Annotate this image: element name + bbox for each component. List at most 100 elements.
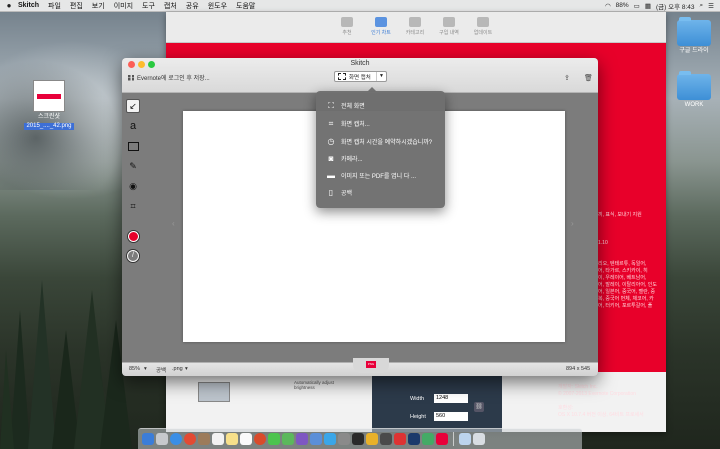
- star-icon: [341, 17, 353, 27]
- folder-icon: ▬: [327, 171, 335, 180]
- fullscreen-icon: ⛶: [328, 100, 334, 110]
- desktop-file-screenshot[interactable]: 스크린샷 2015_...._42.png: [24, 80, 74, 130]
- activity-monitor-icon[interactable]: [380, 433, 392, 445]
- list-icon[interactable]: ☰: [708, 2, 714, 10]
- color-picker-icon[interactable]: [126, 229, 140, 243]
- menu-item-blank[interactable]: ▯ 공백: [326, 186, 352, 199]
- app-description-text: 끼, 표식, 보내기 지원 1.10 리오, 텐테르튜, 독일어, 어, 타가르,…: [598, 212, 657, 309]
- stamp-tool-icon[interactable]: ◉: [126, 179, 140, 193]
- menu-item-capture[interactable]: 캡처: [164, 1, 177, 11]
- laptop-preview: Automatically adjust brightness: [190, 374, 340, 430]
- evernote-login-button[interactable]: Evernote에 로그인 후 저장...: [128, 73, 210, 82]
- wifi-icon[interactable]: ◠: [605, 2, 611, 10]
- file-label-line1: 스크린샷: [37, 114, 61, 120]
- file-name[interactable]: 공백: [156, 366, 166, 374]
- zoom-chevron-icon[interactable]: ▾: [144, 366, 147, 372]
- chrome-icon[interactable]: [184, 433, 196, 445]
- chevron-down-icon[interactable]: ▼: [376, 72, 386, 81]
- calendar-icon[interactable]: [212, 433, 224, 445]
- file-extension[interactable]: .png: [172, 366, 183, 372]
- width-field: 1248: [434, 394, 468, 403]
- prev-arrow-icon[interactable]: ‹: [172, 219, 175, 228]
- desktop-folder-google-drive[interactable]: 구글 드라이: [672, 17, 716, 55]
- menu-item-label: 전체 화면: [341, 104, 365, 110]
- file-thumbnail-icon: [33, 80, 65, 112]
- tab-purchased[interactable]: 구입 내역: [432, 17, 466, 36]
- next-arrow-icon[interactable]: ›: [571, 219, 574, 228]
- capture-menu: ⛶ 전체 화면 ⌗ 화면 캡처... ◷ 화면 캡처 시간을 예약하시겠습니까?…: [316, 87, 445, 208]
- tab-categories[interactable]: 카테고리: [398, 17, 432, 36]
- pen-tool-icon[interactable]: ✎: [126, 159, 140, 173]
- menu-item-share[interactable]: 공유: [186, 1, 199, 11]
- pdf-app-icon[interactable]: [394, 433, 406, 445]
- tab-updates[interactable]: 업데이트: [466, 17, 500, 36]
- link-icon: ⛓: [474, 402, 484, 412]
- capture-dropdown-button[interactable]: 화면 캡처 ▼: [334, 71, 387, 82]
- skitch-thumbnail-icon: PNG: [366, 361, 376, 368]
- tree-silhouettes: [0, 280, 132, 449]
- facetime-icon[interactable]: [282, 433, 294, 445]
- menu-item-image[interactable]: 이미지: [114, 1, 133, 11]
- battery-percent[interactable]: 88%: [616, 2, 629, 9]
- extension-chevron-icon[interactable]: ▾: [185, 366, 188, 372]
- tab-featured[interactable]: 추천: [330, 17, 364, 36]
- skitch-icon[interactable]: [436, 433, 448, 445]
- messages-icon[interactable]: [268, 433, 280, 445]
- finder-icon[interactable]: [142, 433, 154, 445]
- system-preferences-icon[interactable]: [338, 433, 350, 445]
- menu-item-file[interactable]: 파일: [48, 1, 61, 11]
- reminders-icon[interactable]: [240, 433, 252, 445]
- ibooks-icon[interactable]: [310, 433, 322, 445]
- menu-item-app[interactable]: Skitch: [18, 2, 39, 9]
- apple-menu-icon[interactable]: ●: [0, 1, 18, 10]
- sketch-icon[interactable]: [366, 433, 378, 445]
- menu-item-fullscreen[interactable]: ⛶ 전체 화면: [326, 99, 365, 112]
- app-store-icon[interactable]: [324, 433, 336, 445]
- tag-icon: [443, 17, 455, 27]
- folder-label: WORK: [684, 102, 704, 108]
- photos-icon[interactable]: [254, 433, 266, 445]
- notes-icon[interactable]: [226, 433, 238, 445]
- desktop-folder-work[interactable]: WORK: [672, 71, 716, 109]
- photoshop-icon[interactable]: [408, 433, 420, 445]
- menu-item-tools[interactable]: 도구: [142, 1, 155, 11]
- arrow-tool-icon[interactable]: ↙: [126, 99, 140, 113]
- menu-item-window[interactable]: 윈도우: [208, 1, 227, 11]
- text-tool-icon[interactable]: a: [126, 119, 140, 133]
- search-icon[interactable]: ⌕: [700, 2, 704, 10]
- itunes-icon[interactable]: [296, 433, 308, 445]
- clock[interactable]: (금) 오후 8:43: [656, 1, 695, 11]
- terminal-icon[interactable]: [352, 433, 364, 445]
- rectangle-tool-icon[interactable]: [126, 139, 140, 153]
- launchpad-icon[interactable]: [156, 433, 168, 445]
- tab-top-charts[interactable]: 인기 차트: [364, 17, 398, 36]
- menu-item-label: 화면 캡처 시간을 예약하시겠습니까?: [341, 140, 433, 146]
- evernote-icon[interactable]: [422, 433, 434, 445]
- menu-item-crosshair-capture[interactable]: ⌗ 화면 캡처...: [326, 117, 370, 130]
- trash-icon[interactable]: [473, 433, 485, 445]
- drag-tab[interactable]: PNG: [353, 358, 389, 373]
- menu-item-label: 공백: [341, 191, 353, 197]
- menu-item-camera[interactable]: ◙ 카메라...: [326, 152, 363, 165]
- trash-icon[interactable]: 🗑: [584, 74, 593, 82]
- file-label-line2: 2015_...._42.png: [24, 123, 74, 130]
- menu-item-timed-capture[interactable]: ◷ 화면 캡처 시간을 예약하시겠습니까?: [326, 135, 433, 148]
- grid-icon: [409, 17, 421, 27]
- tool-palette: ↙ a ✎ ◉ ⌗ /: [126, 99, 144, 269]
- menu-item-edit[interactable]: 편집: [70, 1, 83, 11]
- zoom-level[interactable]: 85%: [129, 366, 140, 372]
- flag-icon[interactable]: ▦: [645, 2, 651, 10]
- safari-icon[interactable]: [170, 433, 182, 445]
- height-label: Height: [410, 414, 426, 420]
- contacts-icon[interactable]: [198, 433, 210, 445]
- evernote-login-label: Evernote에 로그인 후 저장...: [137, 76, 210, 82]
- download-icon: [477, 17, 489, 27]
- downloads-icon[interactable]: [459, 433, 471, 445]
- menu-item-help[interactable]: 도움말: [236, 1, 255, 11]
- menu-item-view[interactable]: 보기: [92, 1, 105, 11]
- skitch-titlebar: Skitch Evernote에 로그인 후 저장... 화면 캡처 ▼ ⇪ 🗑: [122, 58, 598, 93]
- stroke-size-icon[interactable]: /: [126, 249, 140, 263]
- crop-tool-icon[interactable]: ⌗: [126, 199, 140, 213]
- share-icon[interactable]: ⇪: [564, 74, 570, 82]
- menu-item-open-file[interactable]: ▬ 이미지 또는 PDF를 엽니 다 ...: [326, 169, 416, 182]
